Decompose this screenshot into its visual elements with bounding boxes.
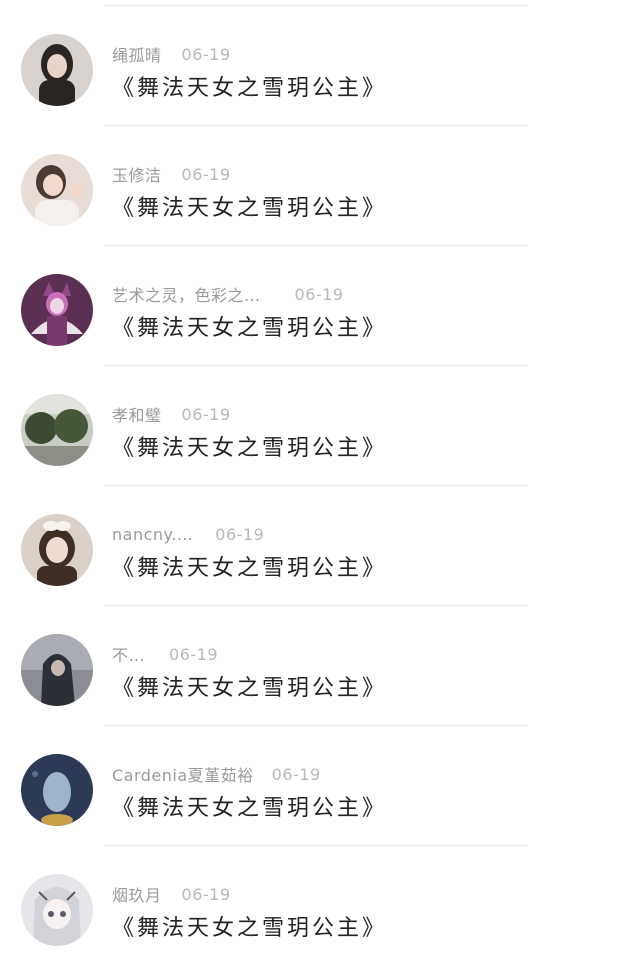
comment-item[interactable]: 烟玖月 06-19 《舞法天女之雪玥公主》: [0, 846, 640, 966]
avatar[interactable]: [21, 514, 93, 586]
comment-date: 06-19: [215, 524, 265, 544]
anime-girl-avatar-icon: [21, 874, 93, 946]
avatar[interactable]: [21, 34, 93, 106]
comment-item[interactable]: 绳孤晴 06-19 《舞法天女之雪玥公主》: [0, 6, 640, 126]
comment-item[interactable]: 不… 06-19 《舞法天女之雪玥公主》: [0, 606, 640, 726]
comment-text: 《舞法天女之雪玥公主》: [112, 796, 388, 821]
avatar[interactable]: [21, 154, 93, 226]
avatar[interactable]: [21, 754, 93, 826]
comment-item[interactable]: 孝和璧 06-19 《舞法天女之雪玥公主》: [0, 366, 640, 486]
trees-photo-avatar-icon: [21, 394, 93, 466]
comment-item[interactable]: Cardenia夏堇茹裕 06-19 《舞法天女之雪玥公主》: [0, 726, 640, 846]
avatar[interactable]: [21, 394, 93, 466]
commenter-name[interactable]: 艺术之灵，色彩之…: [112, 282, 261, 306]
comment-date: 06-19: [271, 764, 321, 784]
comment-date: 06-19: [181, 164, 231, 184]
comment-text: 《舞法天女之雪玥公主》: [112, 76, 388, 101]
commenter-name[interactable]: 孝和璧: [112, 402, 162, 426]
comment-date: 06-19: [294, 284, 344, 304]
commenter-name[interactable]: 绳孤晴: [112, 42, 162, 66]
comment-date: 06-19: [181, 44, 231, 64]
comment-date: 06-19: [181, 404, 231, 424]
girl-bow-avatar-icon: [21, 514, 93, 586]
girl-photo-avatar-icon: [21, 34, 93, 106]
costume-character-avatar-icon: [21, 274, 93, 346]
commenter-name[interactable]: 不…: [112, 642, 145, 666]
avatar[interactable]: [21, 634, 93, 706]
child-photo-avatar-icon: [21, 154, 93, 226]
comment-text: 《舞法天女之雪玥公主》: [112, 436, 388, 461]
blue-scene-avatar-icon: [21, 754, 93, 826]
comment-item[interactable]: nancny.… 06-19 《舞法天女之雪玥公主》: [0, 486, 640, 606]
comment-text: 《舞法天女之雪玥公主》: [112, 196, 388, 221]
comment-text: 《舞法天女之雪玥公主》: [112, 556, 388, 581]
hooded-figure-avatar-icon: [21, 634, 93, 706]
comment-date: 06-19: [169, 644, 219, 664]
comment-text: 《舞法天女之雪玥公主》: [112, 316, 388, 341]
commenter-name[interactable]: 烟玖月: [112, 882, 162, 906]
comment-item[interactable]: 玉修洁 06-19 《舞法天女之雪玥公主》: [0, 126, 640, 246]
comment-date: 06-19: [181, 884, 231, 904]
commenter-name[interactable]: nancny.…: [112, 525, 193, 544]
comment-text: 《舞法天女之雪玥公主》: [112, 916, 388, 941]
comment-item[interactable]: 艺术之灵，色彩之… 06-19 《舞法天女之雪玥公主》: [0, 246, 640, 366]
avatar[interactable]: [21, 874, 93, 946]
commenter-name[interactable]: 玉修洁: [112, 162, 162, 186]
commenter-name[interactable]: Cardenia夏堇茹裕: [112, 762, 254, 786]
avatar[interactable]: [21, 274, 93, 346]
comment-text: 《舞法天女之雪玥公主》: [112, 676, 388, 701]
